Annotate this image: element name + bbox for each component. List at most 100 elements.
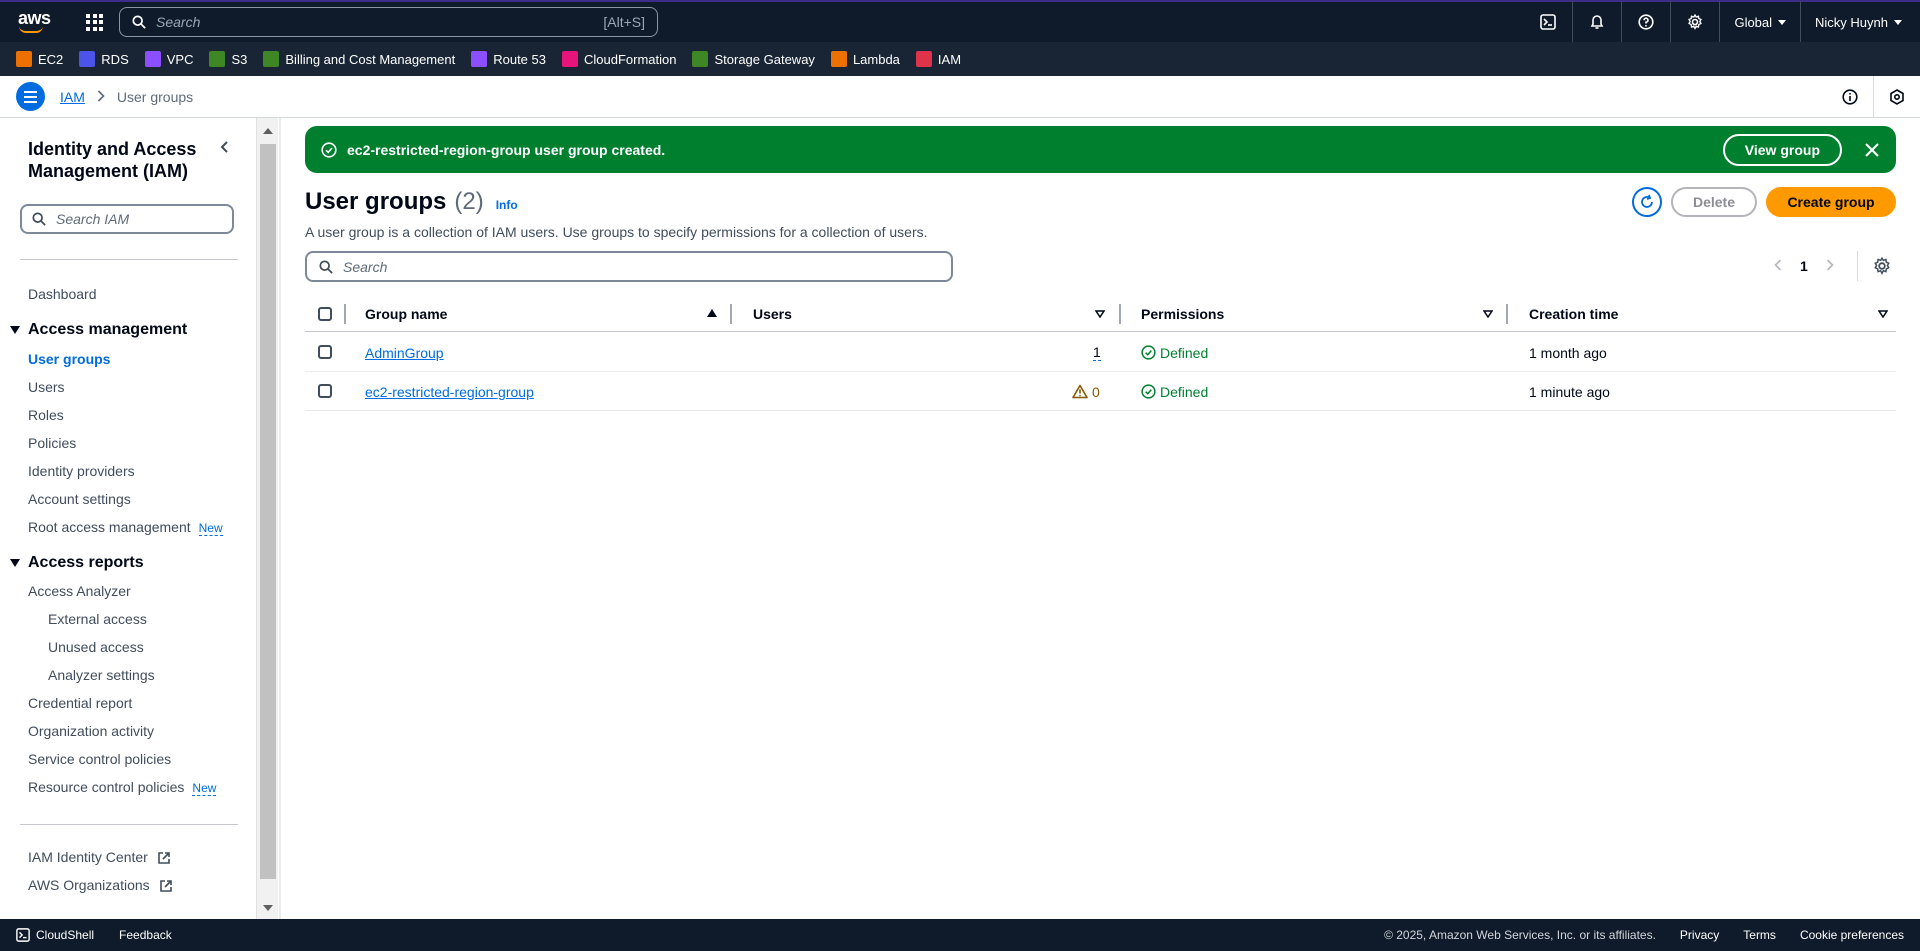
services-menu-icon[interactable] bbox=[86, 13, 103, 31]
group-name-link[interactable]: ec2-restricted-region-group bbox=[365, 384, 534, 400]
nav-users[interactable]: Users bbox=[28, 379, 65, 395]
menu-icon[interactable] bbox=[16, 82, 45, 111]
feedback-link[interactable]: Feedback bbox=[119, 928, 172, 942]
row-checkbox[interactable] bbox=[318, 384, 332, 398]
nav-aws-organizations[interactable]: AWS Organizations bbox=[28, 877, 173, 893]
favorite-storage-gateway[interactable]: Storage Gateway bbox=[692, 51, 815, 67]
favorite-label: IAM bbox=[937, 51, 962, 67]
favorite-cloudformation[interactable]: CloudFormation bbox=[561, 51, 676, 67]
global-search-input[interactable]: Search [Alt+S] bbox=[119, 7, 658, 37]
aws-logo-smile bbox=[19, 26, 43, 33]
cloudformation-icon bbox=[561, 51, 578, 67]
nav-root-access-management[interactable]: Root access management New bbox=[28, 519, 223, 536]
close-icon[interactable] bbox=[1864, 142, 1880, 158]
nav-section-access-reports[interactable]: Access reports bbox=[10, 554, 144, 572]
nav-analyzer-settings[interactable]: Analyzer settings bbox=[48, 667, 155, 683]
users-count-warning: 0 bbox=[1072, 384, 1100, 400]
favorite-ec2[interactable]: EC2 bbox=[16, 51, 63, 67]
scroll-up-arrow[interactable] bbox=[263, 128, 273, 134]
privacy-link[interactable]: Privacy bbox=[1680, 928, 1719, 942]
help-icon[interactable] bbox=[1621, 1, 1670, 43]
favorite-lambda[interactable]: Lambda bbox=[830, 51, 900, 67]
side-search-placeholder: Search IAM bbox=[56, 211, 130, 227]
nav-service-control-policies[interactable]: Service control policies bbox=[28, 751, 171, 767]
scroll-thumb[interactable] bbox=[260, 144, 276, 879]
select-all-checkbox[interactable] bbox=[318, 307, 332, 321]
divider bbox=[20, 824, 238, 825]
group-count: (2) bbox=[454, 188, 484, 215]
refresh-button[interactable] bbox=[1632, 187, 1662, 217]
info-panel-icon[interactable] bbox=[1826, 76, 1873, 118]
favorites-bar: EC2 RDS VPC S3 Billing and Cost Manageme… bbox=[0, 42, 1920, 76]
page-title-text: User groups bbox=[305, 188, 447, 215]
chevron-right-icon bbox=[97, 89, 105, 105]
account-menu[interactable]: Nicky Huynh bbox=[1800, 1, 1920, 43]
create-group-button[interactable]: Create group bbox=[1766, 187, 1896, 217]
caret-down-icon bbox=[10, 326, 20, 334]
sort-icon[interactable] bbox=[1878, 310, 1888, 318]
region-selector[interactable]: Global bbox=[1719, 1, 1800, 43]
billing-icon bbox=[263, 51, 280, 67]
chevron-right-icon[interactable] bbox=[1826, 255, 1834, 276]
warning-icon bbox=[1072, 384, 1088, 399]
settings-panel-icon[interactable] bbox=[1873, 75, 1920, 118]
breadcrumb-iam[interactable]: IAM bbox=[60, 89, 85, 105]
page-title: User groups (2) Info bbox=[305, 188, 518, 216]
rds-icon bbox=[79, 51, 96, 67]
nav-user-groups[interactable]: User groups bbox=[28, 351, 110, 367]
cloudshell-button[interactable]: CloudShell bbox=[16, 928, 94, 942]
info-link[interactable]: Info bbox=[496, 198, 518, 212]
column-header-users[interactable]: Users bbox=[753, 296, 792, 332]
collapse-nav-icon[interactable] bbox=[218, 140, 232, 154]
page-description: A user group is a collection of IAM user… bbox=[305, 224, 928, 240]
column-header-creation-time[interactable]: Creation time bbox=[1529, 296, 1618, 332]
new-badge[interactable]: New bbox=[192, 781, 217, 796]
column-header-permissions[interactable]: Permissions bbox=[1141, 296, 1224, 332]
favorite-iam[interactable]: IAM bbox=[915, 51, 962, 67]
sort-ascending-icon[interactable] bbox=[707, 309, 717, 317]
scroll-down-arrow[interactable] bbox=[263, 905, 273, 911]
view-group-button[interactable]: View group bbox=[1722, 133, 1842, 166]
nav-credential-report[interactable]: Credential report bbox=[28, 695, 132, 711]
group-name-link[interactable]: AdminGroup bbox=[365, 345, 444, 361]
side-nav-scrollbar[interactable] bbox=[256, 118, 278, 919]
nav-identity-providers[interactable]: Identity providers bbox=[28, 463, 135, 479]
nav-section-access-management[interactable]: Access management bbox=[10, 321, 187, 339]
favorite-s3[interactable]: S3 bbox=[209, 51, 247, 67]
favorite-vpc[interactable]: VPC bbox=[144, 51, 193, 67]
nav-policies[interactable]: Policies bbox=[28, 435, 76, 451]
row-checkbox[interactable] bbox=[318, 345, 332, 359]
favorite-route53[interactable]: Route 53 bbox=[471, 51, 546, 67]
favorite-rds[interactable]: RDS bbox=[79, 51, 129, 67]
terms-link[interactable]: Terms bbox=[1743, 928, 1776, 942]
cloudshell-icon[interactable] bbox=[1523, 1, 1572, 43]
nav-unused-access[interactable]: Unused access bbox=[48, 639, 144, 655]
chevron-left-icon[interactable] bbox=[1774, 255, 1782, 276]
new-badge[interactable]: New bbox=[198, 521, 223, 536]
table-search-input[interactable]: Search bbox=[305, 251, 953, 282]
table-search-placeholder: Search bbox=[343, 258, 388, 275]
table-settings-icon[interactable] bbox=[1873, 256, 1891, 275]
bell-icon[interactable] bbox=[1572, 1, 1621, 43]
column-header-group-name[interactable]: Group name bbox=[365, 296, 447, 332]
cookie-preferences-link[interactable]: Cookie preferences bbox=[1800, 928, 1904, 942]
sort-icon[interactable] bbox=[1095, 310, 1105, 318]
gear-icon[interactable] bbox=[1670, 1, 1719, 43]
favorite-billing[interactable]: Billing and Cost Management bbox=[263, 51, 455, 67]
nav-external-access[interactable]: External access bbox=[48, 611, 147, 627]
nav-organization-activity[interactable]: Organization activity bbox=[28, 723, 154, 739]
creation-time: 1 month ago bbox=[1529, 344, 1607, 361]
nav-roles[interactable]: Roles bbox=[28, 407, 64, 423]
users-count[interactable]: 1 bbox=[1093, 344, 1101, 361]
sort-icon[interactable] bbox=[1483, 310, 1493, 318]
external-link-icon bbox=[157, 852, 170, 865]
nav-resource-control-policies[interactable]: Resource control policies New bbox=[28, 779, 217, 796]
delete-button[interactable]: Delete bbox=[1671, 187, 1757, 217]
nav-iam-identity-center[interactable]: IAM Identity Center bbox=[28, 849, 171, 865]
aws-logo[interactable]: aws bbox=[16, 7, 52, 37]
nav-access-analyzer[interactable]: Access Analyzer bbox=[28, 583, 131, 599]
nav-account-settings[interactable]: Account settings bbox=[28, 491, 131, 507]
side-search-input[interactable]: Search IAM bbox=[20, 204, 234, 234]
nav-dashboard[interactable]: Dashboard bbox=[28, 286, 97, 302]
page-number[interactable]: 1 bbox=[1800, 258, 1808, 274]
